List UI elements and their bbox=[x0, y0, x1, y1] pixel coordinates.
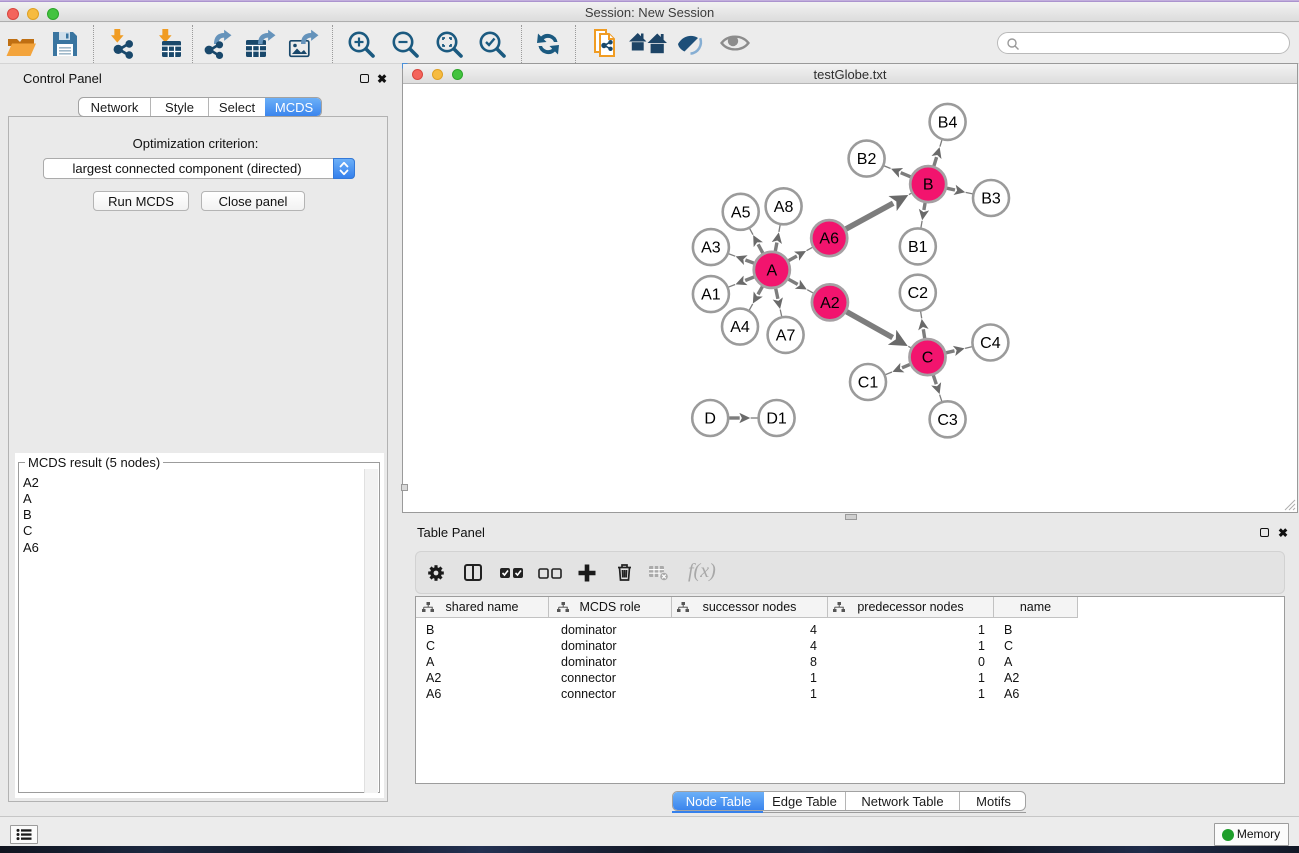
svg-text:B2: B2 bbox=[857, 151, 877, 168]
svg-text:A6: A6 bbox=[819, 231, 839, 248]
svg-text:A3: A3 bbox=[701, 240, 721, 257]
svg-text:C3: C3 bbox=[937, 412, 958, 429]
svg-text:C2: C2 bbox=[908, 285, 929, 302]
svg-text:D: D bbox=[704, 411, 716, 428]
svg-text:B3: B3 bbox=[981, 191, 1001, 208]
svg-text:B1: B1 bbox=[908, 239, 928, 256]
svg-text:D1: D1 bbox=[766, 411, 787, 428]
svg-text:A5: A5 bbox=[731, 204, 751, 221]
svg-text:A4: A4 bbox=[730, 319, 750, 336]
svg-text:A2: A2 bbox=[820, 295, 840, 312]
svg-text:A7: A7 bbox=[776, 327, 796, 344]
svg-text:C4: C4 bbox=[980, 335, 1001, 352]
svg-text:B4: B4 bbox=[938, 114, 958, 131]
svg-text:C1: C1 bbox=[858, 375, 879, 392]
svg-text:A8: A8 bbox=[774, 199, 794, 216]
svg-text:B: B bbox=[923, 177, 934, 194]
svg-text:A: A bbox=[766, 262, 777, 279]
svg-text:A1: A1 bbox=[701, 287, 721, 304]
svg-text:C: C bbox=[922, 350, 934, 367]
